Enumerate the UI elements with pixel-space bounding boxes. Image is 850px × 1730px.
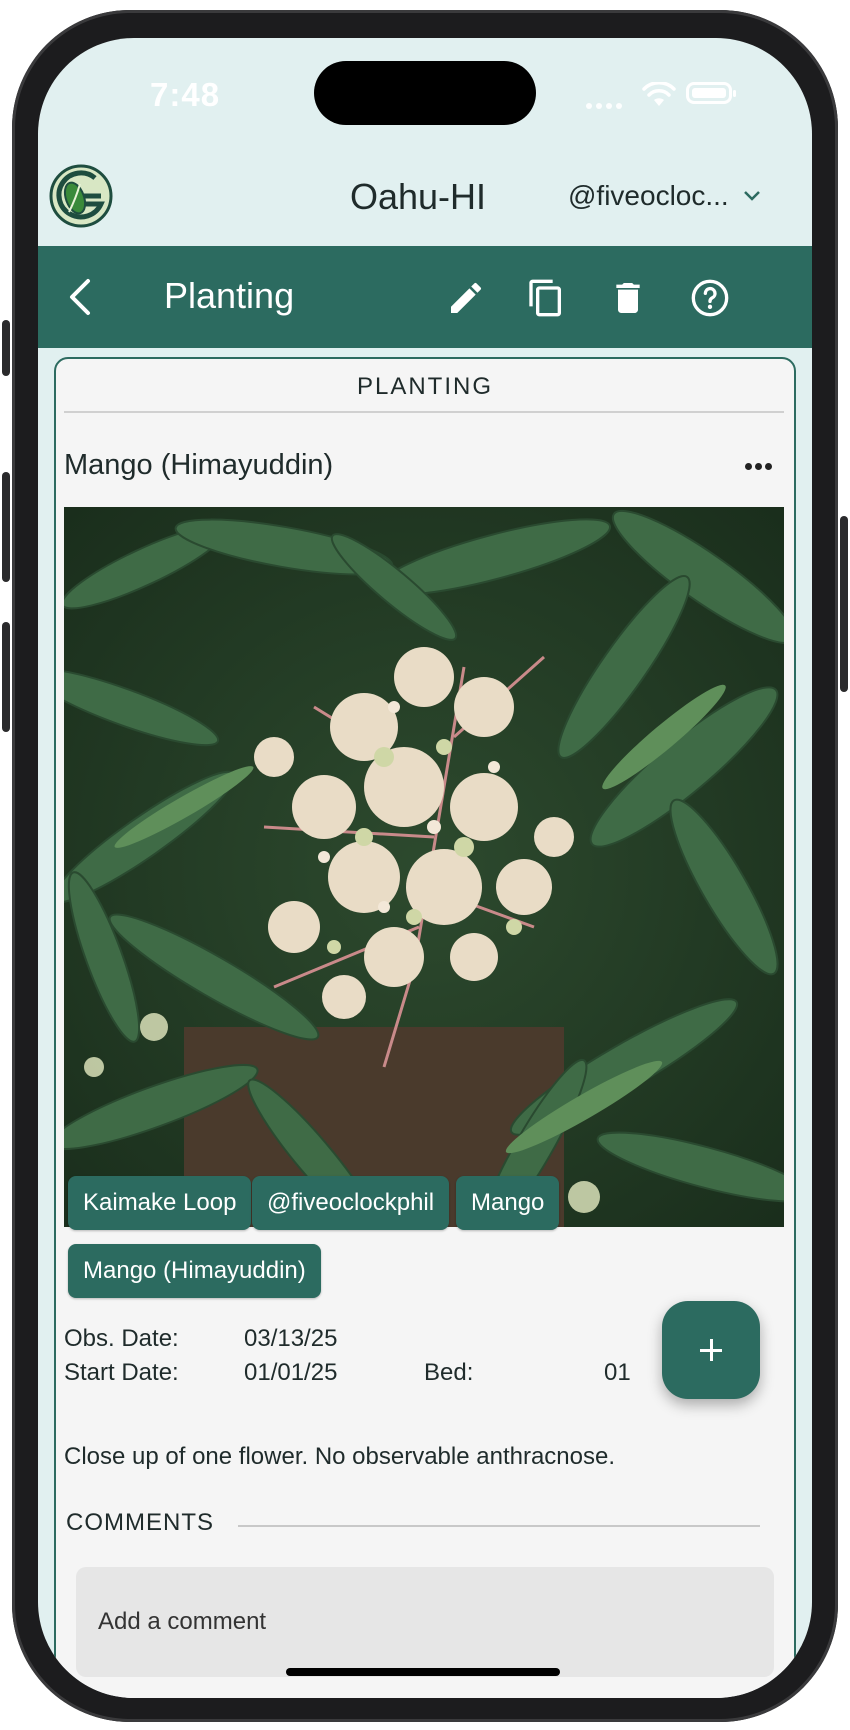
help-icon[interactable] [690, 278, 730, 318]
comment-input[interactable] [76, 1567, 774, 1677]
dynamic-island [314, 61, 536, 125]
planting-card: PLANTING Mango (Himayuddin) Kaimake Loop… [54, 357, 796, 1698]
plant-name: Mango (Himayuddin) [64, 449, 334, 481]
card-divider [64, 411, 784, 413]
user-menu-dropdown[interactable]: @fiveocloc... [568, 180, 761, 212]
tag-chip[interactable]: Mango (Himayuddin) [68, 1244, 321, 1298]
comments-divider [238, 1525, 760, 1527]
volume-up-button [2, 472, 10, 582]
cellular-signal-icon [586, 96, 626, 114]
planting-photo [64, 507, 784, 1227]
home-indicator [286, 1668, 560, 1676]
toolbar: Planting [38, 246, 812, 348]
toolbar-title: Planting [164, 275, 295, 316]
battery-icon [686, 82, 736, 104]
tag-chip[interactable]: Kaimake Loop [68, 1176, 252, 1230]
planting-notes: Close up of one flower. No observable an… [64, 1443, 616, 1470]
bed-label: Bed: [424, 1359, 474, 1386]
comments-heading: COMMENTS [66, 1509, 214, 1536]
delete-icon[interactable] [608, 278, 648, 318]
tag-chip[interactable]: Mango [456, 1176, 560, 1230]
status-time: 7:48 [150, 76, 221, 113]
edit-icon[interactable] [446, 278, 486, 318]
mute-switch [2, 320, 10, 376]
wifi-icon [642, 82, 676, 106]
screen: 7:48 Oahu-HI @fiveocloc... Planting PLAN… [38, 38, 812, 1698]
user-handle: @fiveocloc... [568, 180, 729, 211]
chevron-down-icon [743, 191, 760, 201]
status-bar: 7:48 [38, 38, 812, 148]
back-icon[interactable] [68, 278, 92, 316]
obs-date-label: Obs. Date: [64, 1325, 179, 1352]
more-icon[interactable] [742, 457, 772, 475]
volume-down-button [2, 622, 10, 732]
start-date-value: 01/01/25 [244, 1359, 338, 1386]
bed-value: 01 [604, 1359, 631, 1386]
obs-date-value: 03/13/25 [244, 1325, 338, 1352]
card-heading: PLANTING [356, 373, 494, 400]
region-title: Oahu-HI [349, 176, 487, 217]
app-logo-icon[interactable] [49, 164, 113, 228]
tag-chip[interactable]: @fiveoclockphil [252, 1176, 450, 1230]
add-icon[interactable] [662, 1301, 760, 1399]
power-button [840, 516, 848, 692]
copy-icon[interactable] [526, 278, 566, 318]
start-date-label: Start Date: [64, 1359, 179, 1386]
